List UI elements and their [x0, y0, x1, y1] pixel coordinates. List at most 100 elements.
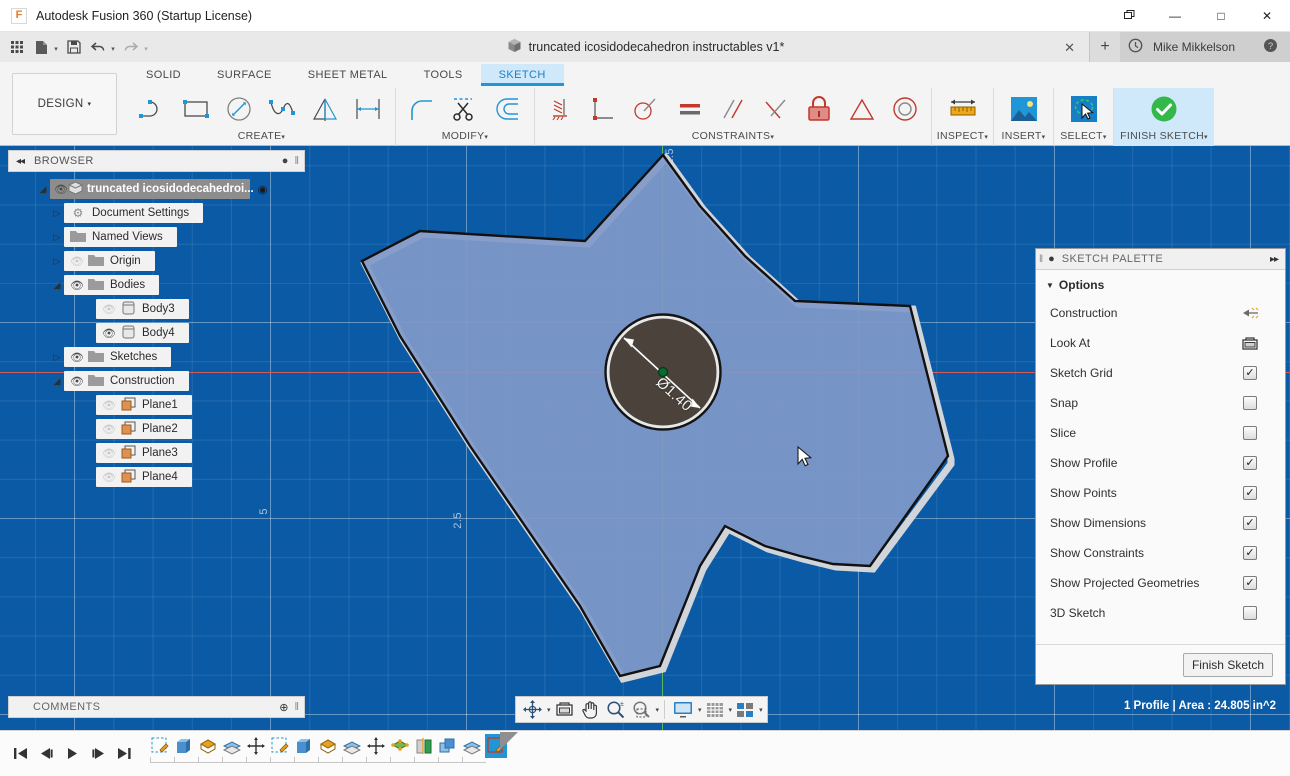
add-comment-icon[interactable]: ⊕: [279, 701, 288, 714]
timeline-feature-extrude-2[interactable]: [293, 734, 315, 758]
timeline-feature-extrude-1[interactable]: [173, 734, 195, 758]
line-tool-icon[interactable]: [133, 89, 175, 129]
tree-node-plane4[interactable]: · 👁 Plane4: [8, 466, 298, 488]
midpoint-constraint-icon[interactable]: [841, 89, 883, 129]
palette-row-show-points[interactable]: Show Points ✓: [1036, 478, 1285, 508]
timeline-end-marker[interactable]: [500, 732, 518, 750]
look-at-tool-icon[interactable]: [552, 698, 577, 721]
checkbox-snap[interactable]: [1243, 396, 1257, 410]
undo-icon[interactable]: [87, 35, 109, 59]
fix-unfix-constraint-icon[interactable]: [798, 89, 840, 129]
skip-start-button[interactable]: [8, 740, 32, 768]
trim-tool-icon[interactable]: [444, 89, 486, 129]
new-file-icon[interactable]: [30, 35, 52, 59]
perpendicular-constraint-icon[interactable]: [583, 89, 625, 129]
checkbox-show-dimensions[interactable]: ✓: [1243, 516, 1257, 530]
display-settings-tool-icon[interactable]: [670, 698, 696, 721]
comments-grip-icon[interactable]: ‖: [294, 701, 299, 713]
new-tab-button[interactable]: +: [1090, 32, 1120, 62]
visibility-eye-off-icon[interactable]: 👁: [100, 423, 118, 436]
minimize-button[interactable]: —: [1152, 0, 1198, 32]
close-button[interactable]: ✕: [1244, 0, 1290, 32]
palette-row-slice[interactable]: Slice: [1036, 418, 1285, 448]
tab-sketch[interactable]: SKETCH: [481, 64, 564, 86]
equal-constraint-icon[interactable]: [669, 89, 711, 129]
timeline-feature-move-1[interactable]: [245, 734, 267, 758]
checkbox-show-constraints[interactable]: ✓: [1243, 546, 1257, 560]
timeline-feature-move-2[interactable]: [365, 734, 387, 758]
tab-solid[interactable]: SOLID: [128, 64, 199, 86]
checkbox-show-points[interactable]: ✓: [1243, 486, 1257, 500]
display-settings-caret-icon[interactable]: ▾: [698, 706, 702, 714]
step-forward-button[interactable]: [86, 740, 110, 768]
visibility-eye-off-icon[interactable]: 👁: [100, 399, 118, 412]
document-tab-close-icon[interactable]: ✕: [1064, 40, 1075, 56]
parallel-constraint-icon[interactable]: [712, 89, 754, 129]
offset-tool-icon[interactable]: [487, 89, 529, 129]
palette-options-section[interactable]: ▼ Options: [1036, 270, 1285, 298]
visibility-eye-icon[interactable]: 👁: [100, 327, 118, 340]
finish-sketch-button[interactable]: Finish Sketch: [1183, 653, 1273, 677]
expand-arrow-icon[interactable]: ◢: [50, 280, 64, 291]
tree-node-plane2[interactable]: · 👁 Plane2: [8, 418, 298, 440]
coincident-constraint-icon[interactable]: [755, 89, 797, 129]
comments-panel[interactable]: COMMENTS ⊕ ‖: [8, 696, 305, 718]
zoom-window-tool-icon[interactable]: [629, 698, 654, 721]
pan-tool-icon[interactable]: [578, 698, 602, 721]
tab-tools[interactable]: TOOLS: [406, 64, 481, 86]
visibility-eye-icon[interactable]: 👁: [68, 375, 86, 388]
expand-arrow-icon[interactable]: ▷: [50, 232, 64, 243]
tree-node-plane1[interactable]: · 👁 Plane1: [8, 394, 298, 416]
palette-row-show-dimensions[interactable]: Show Dimensions ✓: [1036, 508, 1285, 538]
skip-end-button[interactable]: [112, 740, 136, 768]
rectangle-tool-icon[interactable]: [176, 89, 218, 129]
orbit-tool-icon[interactable]: [520, 698, 545, 721]
timeline-feature-offset-1[interactable]: [221, 734, 243, 758]
palette-row-3d-sketch[interactable]: 3D Sketch: [1036, 598, 1285, 628]
zoom-tool-icon[interactable]: ±: [603, 698, 628, 721]
visibility-eye-off-icon[interactable]: 👁: [68, 255, 86, 268]
tree-node-plane3[interactable]: · 👁 Plane3: [8, 442, 298, 464]
panel-constraints-label[interactable]: CONSTRAINTS▾: [540, 130, 926, 146]
browser-collapse-icon[interactable]: ◂◂: [16, 156, 24, 167]
panel-modify-label[interactable]: MODIFY▾: [401, 130, 529, 146]
palette-row-snap[interactable]: Snap: [1036, 388, 1285, 418]
palette-row-sketch-grid[interactable]: Sketch Grid ✓: [1036, 358, 1285, 388]
finish-sketch-icon[interactable]: [1147, 92, 1181, 126]
browser-grip-icon[interactable]: ‖: [294, 155, 299, 167]
look-at-icon[interactable]: [1239, 336, 1261, 351]
visibility-eye-icon[interactable]: 👁: [68, 351, 86, 364]
tree-node-construction[interactable]: ◢ 👁 Construction: [8, 370, 298, 392]
fillet-tool-icon[interactable]: [401, 89, 443, 129]
checkbox-slice[interactable]: [1243, 426, 1257, 440]
tree-node-root[interactable]: ◢ 👁 truncated icosidodecahedroi... ◉: [8, 178, 298, 200]
timeline-feature-split[interactable]: [413, 734, 435, 758]
measure-tool-icon[interactable]: [946, 92, 980, 126]
insert-image-icon[interactable]: [1007, 92, 1041, 126]
expand-arrow-icon[interactable]: ▷: [50, 352, 64, 363]
select-tool-icon[interactable]: [1067, 92, 1101, 126]
panel-select-label[interactable]: SELECT▾: [1060, 130, 1106, 146]
palette-row-show-profile[interactable]: Show Profile ✓: [1036, 448, 1285, 478]
construction-icon[interactable]: [1239, 306, 1261, 320]
workspace-selector[interactable]: DESIGN ▾: [12, 73, 117, 135]
tab-surface[interactable]: SURFACE: [199, 64, 290, 86]
expand-arrow-icon[interactable]: ◢: [36, 184, 50, 195]
viewports-tool-icon[interactable]: [733, 698, 757, 721]
visibility-eye-off-icon[interactable]: 👁: [100, 471, 118, 484]
tree-node-named-views[interactable]: ▷ Named Views: [8, 226, 298, 248]
palette-row-show-projected-geometries[interactable]: Show Projected Geometries ✓: [1036, 568, 1285, 598]
step-back-button[interactable]: [34, 740, 58, 768]
panel-insert-label[interactable]: INSERT▾: [1002, 130, 1046, 146]
sketch-dimension-tool-icon[interactable]: [348, 89, 390, 129]
recent-icon[interactable]: [1128, 38, 1143, 57]
zoom-window-caret-icon[interactable]: ▾: [656, 706, 660, 714]
tree-node-bodies[interactable]: ◢ 👁 Bodies: [8, 274, 298, 296]
timeline-feature-plane-1[interactable]: [197, 734, 219, 758]
tree-node-body3[interactable]: · 👁 Body3: [8, 298, 298, 320]
palette-row-construction[interactable]: Construction: [1036, 298, 1285, 328]
palette-expand-icon[interactable]: ▸▸: [1270, 254, 1278, 265]
maximize-button[interactable]: □: [1198, 0, 1244, 32]
redo-icon[interactable]: [120, 35, 142, 59]
expand-arrow-icon[interactable]: ▷: [50, 208, 64, 219]
